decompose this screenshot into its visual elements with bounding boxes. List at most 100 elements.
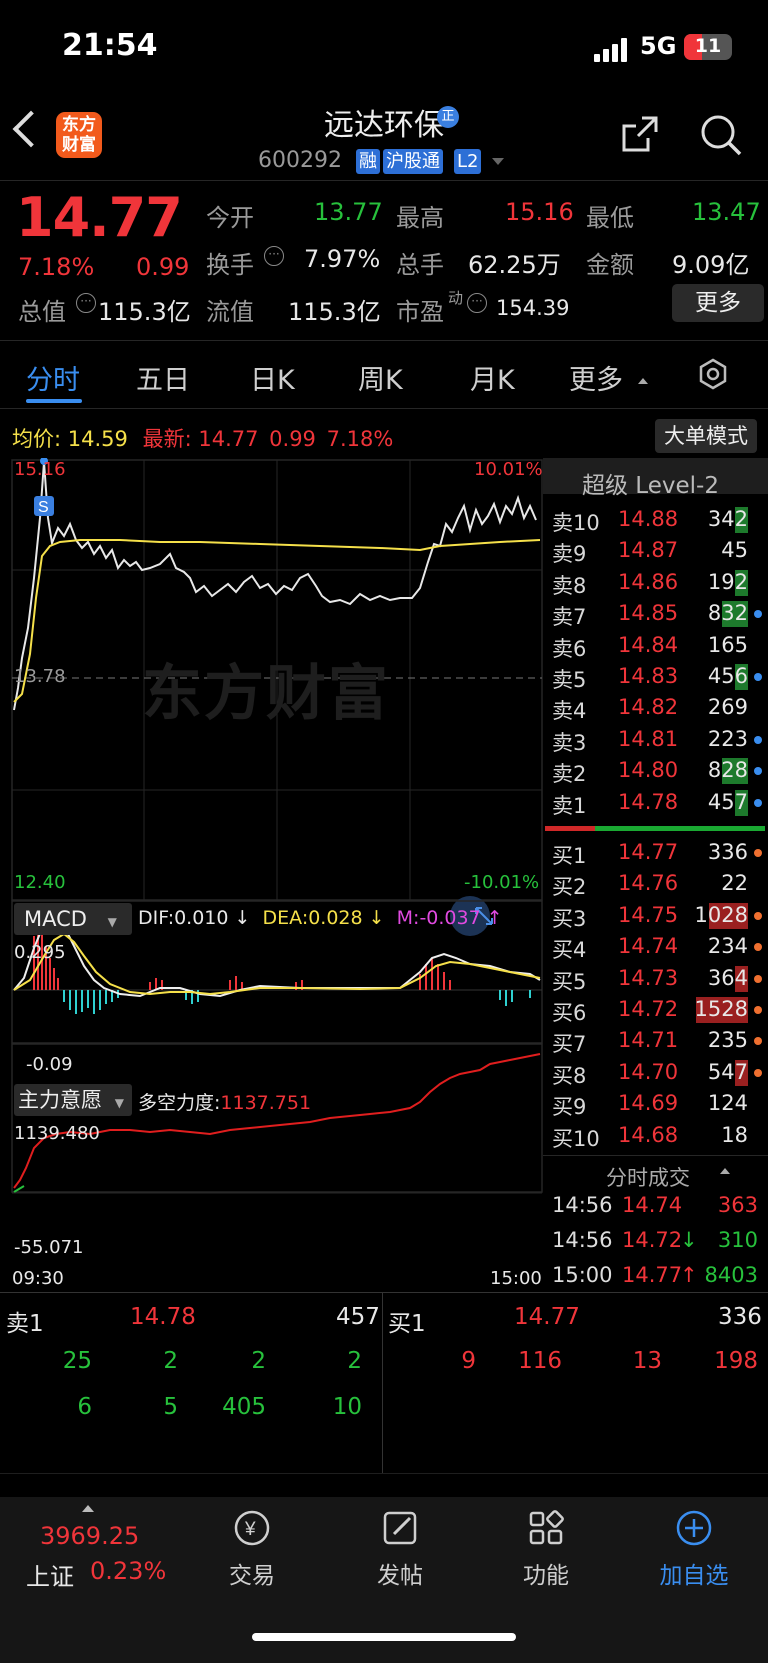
macd-label: MACD bbox=[24, 907, 87, 931]
level-volume: 18 bbox=[721, 1122, 748, 1147]
low-label: 最低 bbox=[586, 204, 634, 232]
level-name: 买3 bbox=[552, 906, 587, 931]
network-type: 5G bbox=[640, 32, 677, 60]
nav-functions-label: 功能 bbox=[523, 1563, 569, 1589]
bid-row[interactable]: 买1 14.77 336 bbox=[552, 837, 762, 868]
tab-daily-k[interactable]: 日K bbox=[250, 358, 295, 397]
share-icon[interactable] bbox=[620, 114, 660, 154]
bid-row[interactable]: 买6 14.72 1528 bbox=[552, 994, 762, 1025]
level-name: 买7 bbox=[552, 1032, 587, 1057]
tab-monthly-k[interactable]: 月K bbox=[470, 358, 515, 397]
nav-add-watchlist[interactable]: 加自选 bbox=[624, 1508, 764, 1590]
dea-line bbox=[13, 932, 541, 996]
info-icon[interactable]: ··· bbox=[467, 293, 487, 313]
bid-row[interactable]: 买2 14.76 22 bbox=[552, 868, 762, 899]
orderbook-title: 超级 Level-2 bbox=[582, 473, 719, 499]
macd-axis-top: 0.295 bbox=[14, 942, 66, 963]
level-volume: 456 bbox=[707, 664, 748, 688]
nav-post-label: 发帖 bbox=[377, 1563, 423, 1589]
info-icon[interactable]: ··· bbox=[76, 293, 96, 313]
level-price: 14.70 bbox=[618, 1059, 679, 1084]
index-name[interactable]: 上证 bbox=[26, 1557, 74, 1592]
nav-functions[interactable]: 功能 bbox=[476, 1508, 616, 1590]
tab-intraday[interactable]: 分时 bbox=[26, 358, 80, 397]
bid-row[interactable]: 买9 14.69 124 bbox=[552, 1088, 762, 1119]
tab-more[interactable]: 更多 bbox=[569, 358, 623, 397]
more-button[interactable]: 更多 bbox=[672, 284, 764, 322]
ask-row[interactable]: 卖5 14.83 456 bbox=[552, 661, 762, 692]
bid-divider-bar bbox=[595, 826, 765, 831]
y-axis-top: 15.16 bbox=[14, 459, 66, 480]
macd-selector[interactable]: MACD ▼ bbox=[14, 903, 132, 935]
ask-row[interactable]: 卖4 14.82 269 bbox=[552, 692, 762, 723]
edit-icon bbox=[383, 1511, 417, 1545]
tab-weekly-k[interactable]: 周K bbox=[358, 358, 403, 397]
chevron-down-icon[interactable] bbox=[492, 158, 504, 165]
search-icon[interactable] bbox=[700, 114, 742, 156]
bid-row[interactable]: 买4 14.74 234 bbox=[552, 931, 762, 962]
order-dot bbox=[754, 974, 762, 983]
ask-row[interactable]: 卖2 14.80 828 bbox=[552, 755, 762, 786]
ask-divider-bar bbox=[545, 826, 595, 831]
signal-icon bbox=[594, 38, 630, 62]
zlyy-line bbox=[13, 1053, 541, 1189]
bid-row[interactable]: 买5 14.73 364 bbox=[552, 963, 762, 994]
pct-axis-bottom: -10.01% bbox=[464, 872, 540, 893]
home-indicator[interactable] bbox=[252, 1633, 516, 1641]
bottom-detail-value: 405 bbox=[222, 1394, 266, 1420]
level-price: 14.74 bbox=[618, 934, 679, 959]
pe-label: 市盈 bbox=[396, 298, 444, 326]
nav-trade[interactable]: ¥ 交易 bbox=[182, 1508, 322, 1590]
bid-row[interactable]: 买10 14.68 18 bbox=[552, 1120, 762, 1151]
ask-row[interactable]: 卖7 14.85 832 bbox=[552, 598, 762, 630]
bottom-detail-value: 5 bbox=[163, 1394, 178, 1420]
level-name: 卖8 bbox=[552, 573, 587, 598]
nav-post[interactable]: 发帖 bbox=[330, 1508, 470, 1590]
bottom-detail-value: 2 bbox=[163, 1348, 178, 1374]
chevron-up-icon[interactable] bbox=[720, 1168, 730, 1174]
bid-row[interactable]: 买3 14.75 1028 bbox=[552, 900, 762, 931]
dea-label: DEA: bbox=[262, 907, 309, 929]
chevron-up-icon[interactable] bbox=[82, 1505, 94, 1512]
ask-row[interactable]: 卖10 14.88 342 bbox=[552, 504, 762, 535]
level-volume: 342 bbox=[707, 507, 748, 531]
index-pct[interactable]: 0.23% bbox=[90, 1557, 166, 1585]
ask-row[interactable]: 卖6 14.84 165 bbox=[552, 630, 762, 661]
ask-row[interactable]: 卖8 14.86 192 bbox=[552, 567, 762, 598]
pe-sup: 动 bbox=[448, 289, 464, 307]
bid-row[interactable]: 买7 14.71 235 bbox=[552, 1025, 762, 1057]
level-volume: 547 bbox=[707, 1059, 748, 1084]
info-icon[interactable]: ··· bbox=[264, 246, 284, 266]
zlyy-axis-bottom: -55.071 bbox=[14, 1237, 84, 1258]
change-amount: 0.99 bbox=[136, 253, 190, 281]
level-volume: 124 bbox=[707, 1091, 748, 1116]
battery-level: 11 bbox=[694, 35, 722, 57]
trade-price: 14.74 bbox=[622, 1193, 683, 1217]
y-axis-bottom: 12.40 bbox=[14, 872, 66, 893]
ask-row[interactable]: 卖3 14.81 223 bbox=[552, 724, 762, 755]
level-name: 买6 bbox=[552, 1001, 587, 1025]
mktcap-label: 总值 bbox=[18, 298, 66, 326]
zlyy-selector[interactable]: 主力意愿 ▼ bbox=[14, 1084, 132, 1116]
bid-row[interactable]: 买8 14.70 547 bbox=[552, 1057, 762, 1088]
level-name: 卖9 bbox=[552, 542, 587, 567]
open-label: 今开 bbox=[206, 204, 254, 232]
ask-row[interactable]: 卖1 14.78 457 bbox=[552, 787, 762, 818]
level-name: 买10 bbox=[552, 1126, 600, 1151]
level-name: 卖7 bbox=[552, 605, 587, 630]
amount-value: 9.09亿 bbox=[672, 251, 750, 279]
volume-value: 62.25万 bbox=[468, 251, 561, 279]
level-price: 14.88 bbox=[618, 507, 679, 531]
big-order-mode-button[interactable]: 大单模式 bbox=[655, 419, 757, 453]
macd-values: DIF:0.010 ↓ DEA:0.028 ↓ M:-0.037 ↑ bbox=[138, 907, 503, 929]
gear-icon[interactable] bbox=[697, 358, 729, 390]
zlyy-axis-top: 1139.480 bbox=[14, 1123, 100, 1144]
level-price: 14.77 bbox=[618, 840, 679, 864]
ask-row[interactable]: 卖9 14.87 45 bbox=[552, 535, 762, 567]
index-value[interactable]: 3969.25 bbox=[40, 1522, 139, 1550]
order-dot bbox=[754, 943, 762, 952]
trade-arrow: ↑ bbox=[680, 1263, 698, 1287]
tab-5day[interactable]: 五日 bbox=[136, 358, 190, 397]
chevron-down-icon: ▼ bbox=[114, 1096, 124, 1110]
level-volume: 1028 bbox=[694, 902, 748, 927]
